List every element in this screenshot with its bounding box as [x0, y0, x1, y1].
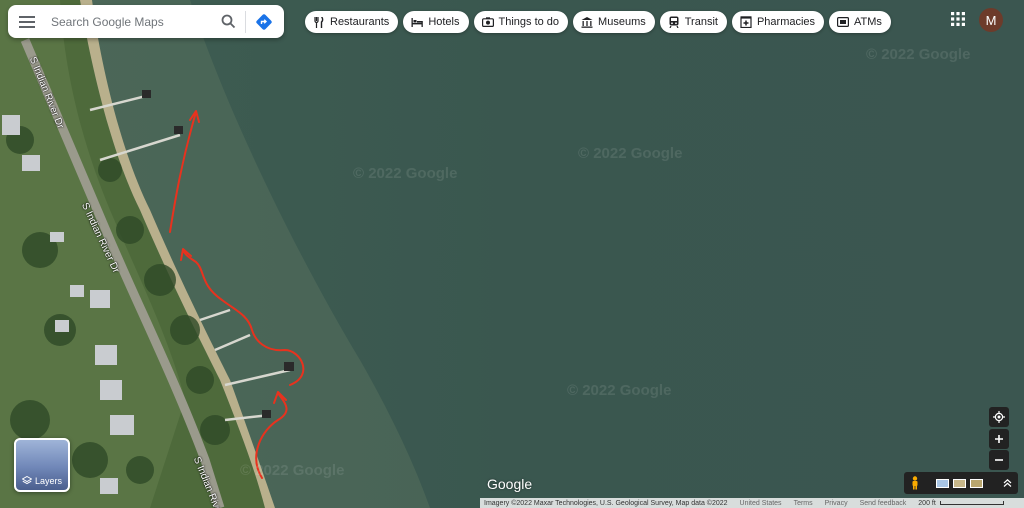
map-watermark: © 2022 Google: [866, 46, 971, 63]
chip-pharmacies[interactable]: Pharmacies: [731, 11, 825, 33]
layers-button[interactable]: Layers: [14, 438, 70, 492]
chip-things-to-do[interactable]: Things to do: [473, 11, 569, 33]
imagery-attribution: Imagery ©2022 Maxar Technologies, U.S. G…: [484, 499, 728, 507]
plus-icon: [995, 435, 1003, 443]
chip-label: Pharmacies: [756, 16, 816, 28]
expand-chevron-icon[interactable]: [1003, 478, 1012, 488]
chip-hotels[interactable]: Hotels: [403, 11, 469, 33]
category-chips: Restaurants Hotels Things to do Museums …: [305, 11, 891, 33]
terrain-thumbnail[interactable]: [953, 478, 966, 488]
scale-bar: [939, 501, 1004, 505]
search-input[interactable]: [46, 6, 211, 37]
museum-icon: [581, 16, 593, 28]
pegman-icon[interactable]: [910, 476, 920, 490]
scale-label[interactable]: 200 ft: [918, 500, 936, 507]
apps-grid-icon: [951, 12, 965, 26]
directions-button[interactable]: [246, 5, 282, 38]
hamburger-menu-icon: [19, 15, 35, 28]
layers-icon: [21, 476, 32, 485]
chip-label: Transit: [684, 16, 718, 28]
minus-icon: [995, 459, 1003, 461]
map-watermark: © 2022 Google: [240, 462, 345, 479]
bed-icon: [411, 16, 424, 28]
search-button[interactable]: [211, 5, 245, 38]
train-icon: [668, 16, 680, 28]
google-apps-button[interactable]: [951, 12, 967, 28]
chip-label: Restaurants: [330, 16, 390, 28]
chip-label: Hotels: [428, 16, 460, 28]
layers-label-row: Layers: [16, 476, 68, 486]
google-logo: Google: [487, 476, 533, 492]
search-icon: [221, 14, 235, 29]
search-box: [8, 5, 284, 38]
send-feedback-link[interactable]: Send feedback: [860, 500, 907, 507]
map-preview-bar: [904, 472, 1018, 494]
terms-link[interactable]: Terms: [794, 500, 813, 507]
satellite-thumbnail[interactable]: [970, 478, 983, 488]
chip-label: ATMs: [854, 16, 882, 28]
map-watermark: © 2022 Google: [567, 382, 672, 399]
region-link[interactable]: United States: [740, 500, 782, 507]
map-type-thumbnail[interactable]: [936, 478, 949, 488]
chip-museums[interactable]: Museums: [573, 11, 655, 33]
pharmacy-icon: [740, 16, 752, 28]
chip-transit[interactable]: Transit: [659, 11, 727, 33]
chip-atms[interactable]: ATMs: [829, 11, 891, 33]
fork-knife-icon: [313, 16, 325, 28]
chip-restaurants[interactable]: Restaurants: [305, 11, 399, 33]
zoom-out-button[interactable]: [989, 450, 1009, 470]
account-avatar[interactable]: M: [979, 8, 1003, 32]
map-watermark: © 2022 Google: [353, 165, 458, 182]
map-watermark: © 2022 Google: [578, 145, 683, 162]
layers-label: Layers: [34, 476, 62, 486]
menu-button[interactable]: [8, 5, 46, 38]
my-location-icon: [993, 411, 1005, 423]
satellite-map[interactable]: [0, 0, 1024, 508]
camera-icon: [481, 16, 494, 28]
my-location-button[interactable]: [989, 407, 1009, 427]
atm-icon: [837, 16, 850, 28]
chip-label: Things to do: [498, 16, 560, 28]
privacy-link[interactable]: Privacy: [825, 500, 848, 507]
attribution-bar: Imagery ©2022 Maxar Technologies, U.S. G…: [480, 498, 1024, 508]
chip-label: Museums: [598, 16, 646, 28]
zoom-in-button[interactable]: [989, 429, 1009, 449]
directions-icon: [256, 13, 272, 30]
